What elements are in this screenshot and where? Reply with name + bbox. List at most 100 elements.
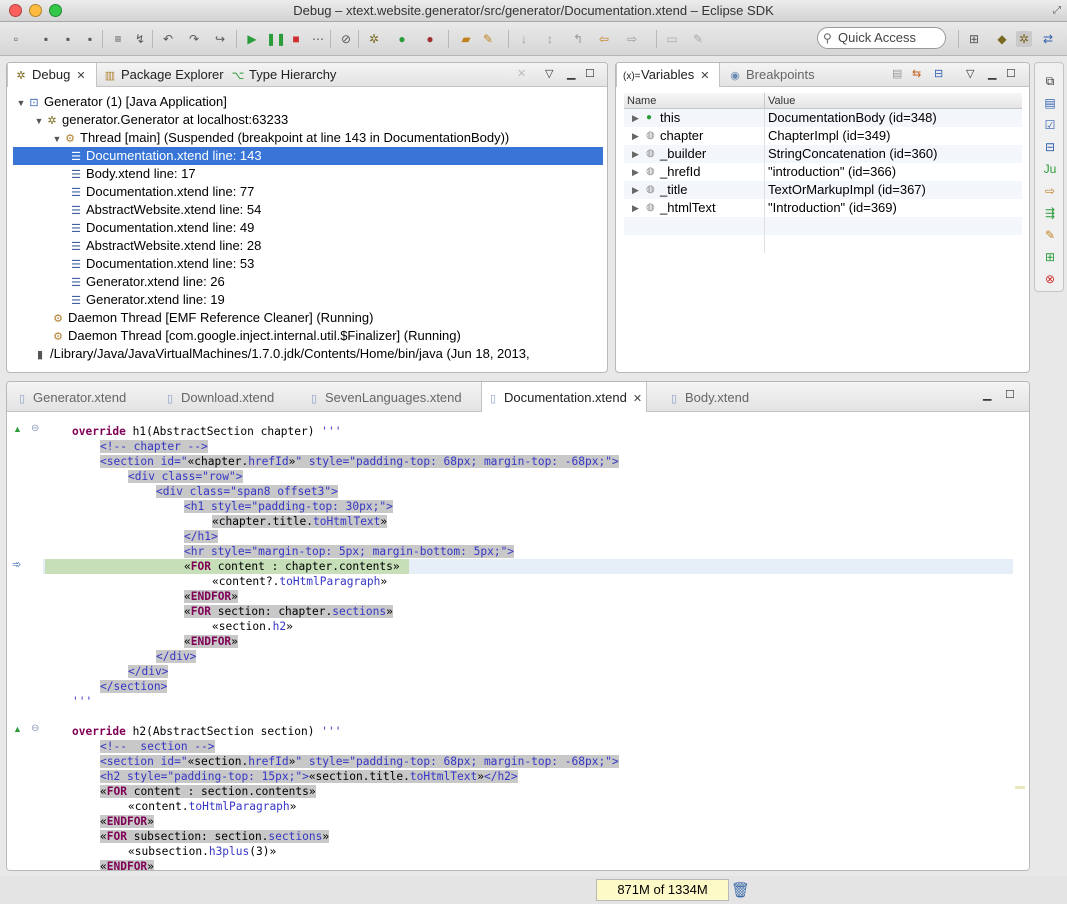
- prev-annotation-icon[interactable]: ↰: [570, 31, 586, 47]
- tab-variables[interactable]: (x)=Variables ✕: [616, 63, 720, 87]
- tree-item[interactable]: ▮ /Library/Java/JavaVirtualMachines/1.7.0…: [33, 345, 530, 363]
- column-header-value[interactable]: Value: [764, 93, 1022, 109]
- console-icon[interactable]: ▤: [1042, 95, 1058, 111]
- tree-item[interactable]: ☰ AbstractWebsite.xtend line: 54: [69, 201, 261, 219]
- twisty-icon[interactable]: ▼: [51, 130, 63, 148]
- junit-icon[interactable]: Ju: [1042, 161, 1058, 177]
- back-icon[interactable]: ⇦: [596, 31, 612, 47]
- fold-icon[interactable]: ⊖: [31, 423, 39, 434]
- problems-icon[interactable]: ⊞: [1042, 249, 1058, 265]
- fullscreen-icon[interactable]: ⤢: [1053, 0, 1061, 22]
- disconnect-icon[interactable]: ⋯: [310, 31, 326, 47]
- toggle-icon[interactable]: ≡: [110, 31, 126, 47]
- tasks-icon[interactable]: ☑: [1042, 117, 1058, 133]
- pin-icon[interactable]: ▭: [664, 31, 680, 47]
- variable-row[interactable]: ▶ ◍ _builder StringConcatenation (id=360): [624, 145, 1022, 163]
- tree-item[interactable]: ▼ ✲ generator.Generator at localhost:63233: [33, 111, 289, 129]
- column-header-name[interactable]: Name: [624, 93, 764, 109]
- step-over-icon[interactable]: ↪: [212, 31, 228, 47]
- skip-breakpoints-icon[interactable]: ⊘: [338, 31, 354, 47]
- variable-row[interactable]: ▶ ◍ chapter ChapterImpl (id=349): [624, 127, 1022, 145]
- debug-perspective-icon[interactable]: ✲: [1016, 31, 1032, 47]
- save-icon[interactable]: ▪: [38, 31, 54, 47]
- zoom-window-icon[interactable]: [49, 4, 62, 17]
- code-area[interactable]: override h1(AbstractSection chapter) '''…: [43, 413, 1013, 870]
- debug-icon[interactable]: ✲: [366, 31, 382, 47]
- error-log-icon[interactable]: ⊗: [1042, 271, 1058, 287]
- tree-item[interactable]: ☰ Generator.xtend line: 26: [69, 273, 225, 291]
- outline-icon[interactable]: ⊟: [1042, 139, 1058, 155]
- maximize-view-icon[interactable]: ☐: [1005, 388, 1015, 401]
- variable-row[interactable]: ▶ ◍ _hrefId "introduction" (id=366): [624, 163, 1022, 181]
- call-hierarchy-icon[interactable]: ⇨: [1042, 183, 1058, 199]
- close-window-icon[interactable]: [9, 4, 22, 17]
- tree-item[interactable]: ☰ Documentation.xtend line: 49: [69, 219, 254, 237]
- variable-row[interactable]: ▶ ◍ _title TextOrMarkupImpl (id=367): [624, 181, 1022, 199]
- close-icon[interactable]: ✕: [700, 70, 709, 82]
- variable-row[interactable]: ▶ ● this DocumentationBody (id=348): [624, 109, 1022, 127]
- perspective-icon[interactable]: ⊞: [966, 31, 982, 47]
- expand-icon[interactable]: ▶: [632, 199, 639, 217]
- search-view-icon[interactable]: ✎: [1042, 227, 1058, 243]
- overview-ruler[interactable]: [1013, 413, 1029, 870]
- step-into-icon[interactable]: ↷: [186, 31, 202, 47]
- close-icon[interactable]: ✕: [76, 70, 85, 82]
- collapse-all-icon[interactable]: ⊟: [934, 67, 943, 80]
- minimize-view-icon[interactable]: ▁: [567, 67, 575, 80]
- tab-type-hierarchy[interactable]: ⌥ Type Hierarchy: [229, 63, 337, 87]
- expand-icon[interactable]: ▶: [632, 127, 639, 145]
- show-type-names-icon[interactable]: ▤: [892, 67, 902, 80]
- remove-terminated-icon[interactable]: ✕: [517, 67, 526, 80]
- external-tools-icon[interactable]: ●: [422, 31, 438, 47]
- tab-editor-file[interactable]: ▯ SevenLanguages.xtend: [303, 382, 466, 412]
- show-logical-structure-icon[interactable]: ⇆: [912, 67, 921, 80]
- tab-package-explorer[interactable]: ▥ Package Explorer: [101, 63, 224, 87]
- drop-frame-icon[interactable]: ↶: [160, 31, 176, 47]
- progress-icon[interactable]: ⇶: [1042, 205, 1058, 221]
- tree-item[interactable]: ⚙ Daemon Thread [EMF Reference Cleaner] (…: [51, 309, 373, 327]
- java-perspective-icon[interactable]: ◆: [994, 31, 1010, 47]
- tree-item[interactable]: ☰ Documentation.xtend line: 143: [13, 147, 603, 165]
- view-menu-icon[interactable]: ▽: [545, 67, 553, 80]
- minimize-window-icon[interactable]: [29, 4, 42, 17]
- quick-access-field[interactable]: ⚲ Quick Access: [817, 27, 946, 49]
- minimize-view-icon[interactable]: ▁: [988, 67, 996, 80]
- fold-icon[interactable]: ⊖: [31, 723, 39, 734]
- maximize-view-icon[interactable]: ☐: [585, 67, 595, 80]
- expand-icon[interactable]: ▶: [632, 181, 639, 199]
- heap-status[interactable]: 871M of 1334M: [596, 879, 729, 901]
- annotation-toggle-icon[interactable]: ✎: [690, 31, 706, 47]
- view-menu-icon[interactable]: ▽: [966, 67, 974, 80]
- expand-icon[interactable]: ▶: [632, 163, 639, 181]
- tab-editor-file[interactable]: ▯ Body.xtend: [663, 382, 753, 412]
- resume-icon[interactable]: ▶: [244, 31, 260, 47]
- forward-icon[interactable]: ⇨: [624, 31, 640, 47]
- save-all-icon[interactable]: ▪: [60, 31, 76, 47]
- tree-item[interactable]: ⚙ Daemon Thread [com.google.inject.intern…: [51, 327, 461, 345]
- expand-icon[interactable]: ▶: [632, 145, 639, 163]
- tree-item[interactable]: ☰ Body.xtend line: 17: [69, 165, 196, 183]
- tree-item[interactable]: ▼ ⊡ Generator (1) [Java Application]: [15, 93, 227, 111]
- restore-icon[interactable]: ⧉: [1042, 73, 1058, 89]
- tree-item[interactable]: ☰ Generator.xtend line: 19: [69, 291, 225, 309]
- terminate-icon[interactable]: ■: [288, 31, 304, 47]
- tab-debug[interactable]: ✲ Debug ✕: [7, 63, 97, 87]
- search-icon[interactable]: ✎: [480, 31, 496, 47]
- tree-item[interactable]: ▼ ⚙ Thread [main] (Suspended (breakpoint a…: [51, 129, 510, 148]
- tab-editor-file[interactable]: ▯ Documentation.xtend ✕: [481, 382, 648, 412]
- new-icon[interactable]: ▫: [8, 31, 24, 47]
- annotation-icon[interactable]: ↓: [516, 31, 532, 47]
- open-type-icon[interactable]: ▰: [458, 31, 474, 47]
- minimize-view-icon[interactable]: ▁: [983, 388, 991, 401]
- garbage-collect-icon[interactable]: 🗑: [731, 881, 750, 899]
- tree-item[interactable]: ☰ Documentation.xtend line: 53: [69, 255, 254, 273]
- close-icon[interactable]: ✕: [633, 393, 642, 405]
- run-icon[interactable]: ●: [394, 31, 410, 47]
- tree-item[interactable]: ☰ AbstractWebsite.xtend line: 28: [69, 237, 261, 255]
- maximize-view-icon[interactable]: ☐: [1006, 67, 1016, 80]
- tab-breakpoints[interactable]: ◉ Breakpoints: [728, 63, 814, 87]
- print-icon[interactable]: ▪: [82, 31, 98, 47]
- tree-item[interactable]: ☰ Documentation.xtend line: 77: [69, 183, 254, 201]
- twisty-icon[interactable]: ▼: [15, 94, 27, 112]
- expand-icon[interactable]: ▶: [632, 109, 639, 127]
